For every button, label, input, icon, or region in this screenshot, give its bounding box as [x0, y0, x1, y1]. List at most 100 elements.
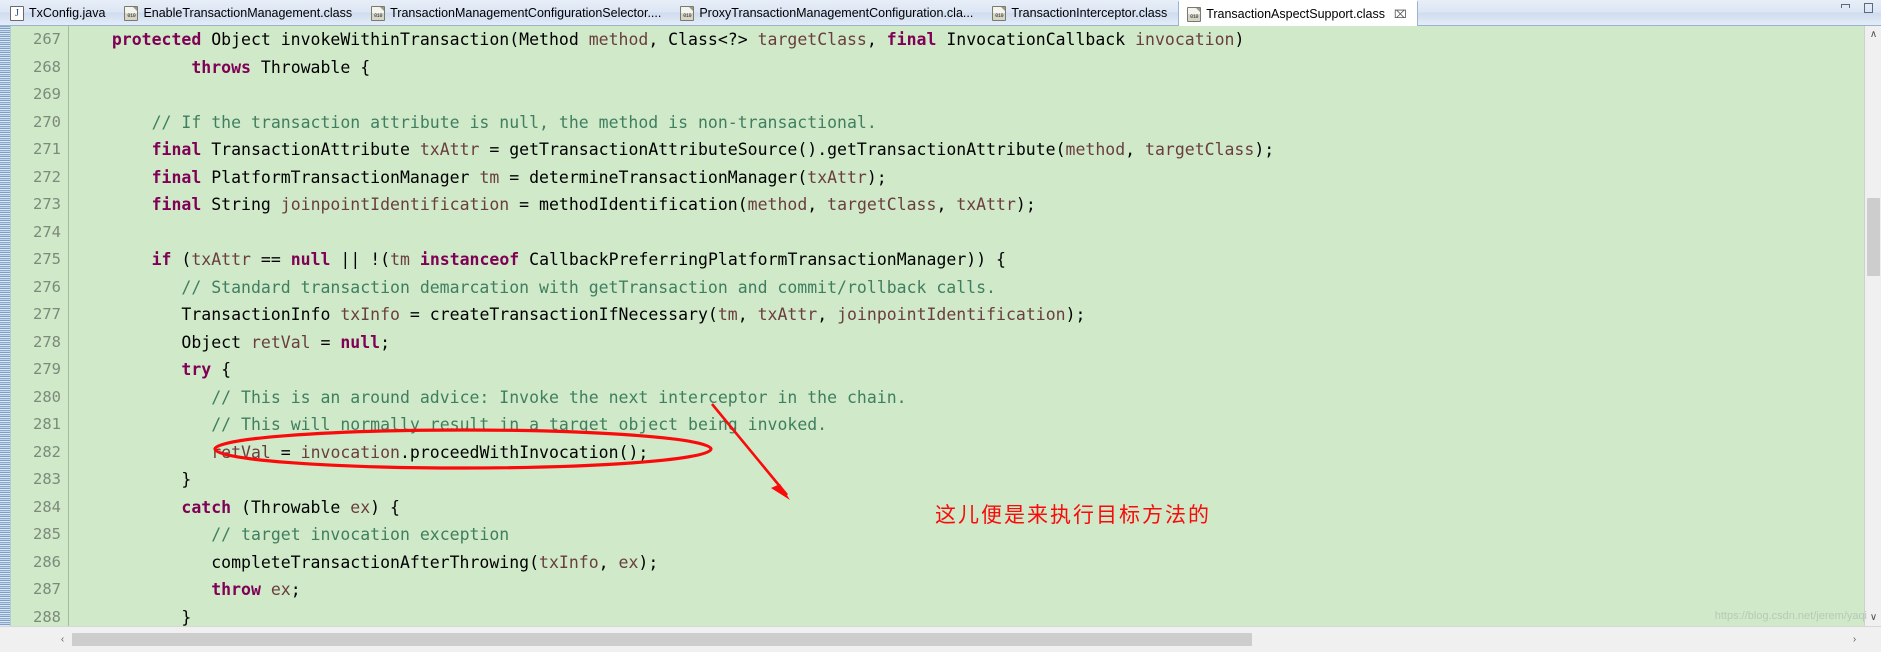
code-line[interactable]: // This will normally result in a target…	[70, 411, 1863, 439]
code-token-fld: method	[747, 195, 808, 214]
code-token-pln: Object invokeWithinTransaction(Method	[201, 30, 589, 49]
code-token-kw: final	[151, 167, 202, 187]
editor-tab-3[interactable]: ProxyTransactionManagementConfiguration.…	[672, 0, 984, 26]
editor-tab-label: TransactionAspectSupport.class	[1206, 7, 1385, 21]
code-line[interactable]: // Standard transaction demarcation with…	[70, 274, 1863, 302]
editor-tab-0[interactable]: TxConfig.java	[2, 0, 116, 26]
code-token-pln: ) {	[370, 497, 400, 517]
code-line[interactable]: Object retVal = null;	[70, 329, 1863, 357]
code-line[interactable]	[70, 219, 1863, 247]
scroll-down-icon[interactable]: ∨	[1865, 609, 1881, 626]
class-file-icon	[124, 5, 139, 21]
code-token-fld: txAttr	[956, 195, 1016, 214]
code-token-pln: = getTransactionAttributeSource().getTra…	[479, 140, 1066, 159]
code-line[interactable]: protected Object invokeWithinTransaction…	[70, 26, 1863, 54]
code-token-pln: ,	[737, 305, 758, 324]
vertical-scroll-thumb[interactable]	[1867, 198, 1880, 276]
code-token-pln	[92, 30, 112, 49]
code-token-kw: throws	[191, 57, 251, 77]
code-token-pln: , Class<?>	[648, 30, 758, 49]
code-token-pln: ;	[290, 580, 301, 599]
minimize-icon[interactable]	[1839, 3, 1852, 14]
editor-tab-2[interactable]: TransactionManagementConfigurationSelect…	[363, 0, 672, 26]
code-line[interactable]: throws Throwable {	[70, 54, 1863, 82]
code-token-kw: instanceof	[419, 250, 520, 269]
code-token-kw: if	[151, 250, 172, 269]
code-line[interactable]: completeTransactionAfterThrowing(txInfo,…	[70, 549, 1863, 577]
code-token-fld: ex	[618, 552, 639, 572]
line-number: 271	[33, 140, 61, 158]
annotation-ruler[interactable]	[0, 26, 11, 626]
code-token-fld: tm	[390, 250, 410, 269]
code-token-pln	[92, 195, 152, 214]
code-token-pln: TransactionAttribute	[201, 140, 420, 159]
line-number: 267	[33, 30, 61, 48]
code-token-pln: PlatformTransactionManager	[201, 167, 480, 187]
maximize-icon[interactable]	[1862, 3, 1875, 14]
editor-tab-5[interactable]: TransactionAspectSupport.class ⌧	[1178, 0, 1418, 26]
code-token-pln	[92, 388, 211, 407]
code-token-fld: method	[1065, 140, 1126, 159]
code-token-pln	[92, 58, 191, 77]
code-token-fld: joinpointIdentification	[837, 305, 1066, 324]
code-token-pln: ,	[598, 552, 619, 572]
editor-tab-1[interactable]: EnableTransactionManagement.class	[116, 0, 363, 26]
code-token-pln: );	[1254, 140, 1275, 159]
editor-tab-label: ProxyTransactionManagementConfiguration.…	[699, 6, 974, 20]
code-line[interactable]: TransactionInfo txInfo = createTransacti…	[70, 301, 1863, 329]
code-line[interactable]: throw ex;	[70, 576, 1863, 604]
code-line[interactable]	[70, 81, 1863, 109]
code-token-fld: invocation	[300, 442, 400, 462]
editor-tab-bar: TxConfig.java EnableTransactionManagement…	[0, 0, 1881, 26]
code-line[interactable]: }	[70, 604, 1863, 627]
code-line[interactable]: try {	[70, 356, 1863, 384]
line-number: 285	[33, 525, 61, 543]
code-token-pln: );	[866, 167, 887, 187]
code-token-kw: final	[886, 30, 937, 49]
code-token-pln	[92, 250, 152, 269]
code-token-pln: Throwable {	[250, 57, 371, 77]
code-token-fld: txAttr	[757, 305, 818, 324]
editor-tab-label: EnableTransactionManagement.class	[143, 6, 353, 20]
code-token-fld: txInfo	[539, 552, 599, 572]
java-file-icon	[10, 5, 24, 21]
close-icon[interactable]: ⌧	[1394, 8, 1407, 21]
horizontal-scroll-thumb[interactable]	[72, 633, 1252, 646]
code-line[interactable]: retVal = invocation.proceedWithInvocatio…	[70, 439, 1863, 467]
code-line[interactable]: // If the transaction attribute is null,…	[70, 109, 1863, 137]
code-editor[interactable]: 267 268 269 270 271 272 273 274 275 276 277 278 279 2…	[0, 26, 1881, 626]
code-token-fld: retVal	[250, 332, 311, 352]
code-token-kw: final	[151, 195, 202, 214]
line-number: 282	[33, 442, 61, 461]
scroll-left-icon[interactable]: ‹	[54, 631, 71, 648]
code-line[interactable]: final TransactionAttribute txAttr = getT…	[70, 136, 1863, 164]
code-token-pln: );	[1065, 305, 1086, 324]
code-token-kw: catch	[181, 497, 232, 517]
code-line[interactable]: }	[70, 466, 1863, 494]
scroll-up-icon[interactable]: ∧	[1865, 26, 1881, 43]
code-token-fld: targetClass	[1145, 140, 1255, 159]
code-token-pln	[92, 305, 181, 324]
code-token-pln	[261, 580, 271, 599]
editor-tab-4[interactable]: TransactionInterceptor.class	[984, 0, 1178, 26]
code-token-pln: ==	[250, 250, 291, 269]
line-number: 277	[33, 305, 61, 323]
code-token-fld: txAttr	[807, 167, 867, 187]
horizontal-scrollbar[interactable]: ‹ ›	[0, 626, 1881, 652]
scroll-right-icon[interactable]: ›	[1846, 631, 1863, 648]
vertical-scrollbar[interactable]: ∧ ∨	[1864, 26, 1881, 626]
code-line[interactable]: if (txAttr == null || !(tm instanceof Ca…	[70, 246, 1863, 274]
code-token-pln: .proceedWithInvocation();	[399, 442, 649, 462]
code-token-pln: Object	[92, 332, 251, 352]
code-token-pln: );	[1015, 195, 1036, 214]
code-line[interactable]: final PlatformTransactionManager tm = de…	[70, 164, 1863, 192]
code-line[interactable]: final String joinpointIdentification = m…	[70, 191, 1863, 219]
code-token-pln: ,	[1125, 140, 1146, 159]
code-token-pln: (	[171, 250, 192, 269]
code-line[interactable]: catch (Throwable ex) {	[70, 494, 1863, 522]
class-file-icon	[680, 5, 695, 21]
line-number-gutter: 267 268 269 270 271 272 273 274 275 276 277 278 279 2…	[11, 26, 69, 626]
code-line[interactable]: // This is an around advice: Invoke the …	[70, 384, 1863, 412]
code-line[interactable]: // target invocation exception	[70, 521, 1863, 549]
source-code-view[interactable]: protected Object invokeWithinTransaction…	[70, 26, 1863, 626]
